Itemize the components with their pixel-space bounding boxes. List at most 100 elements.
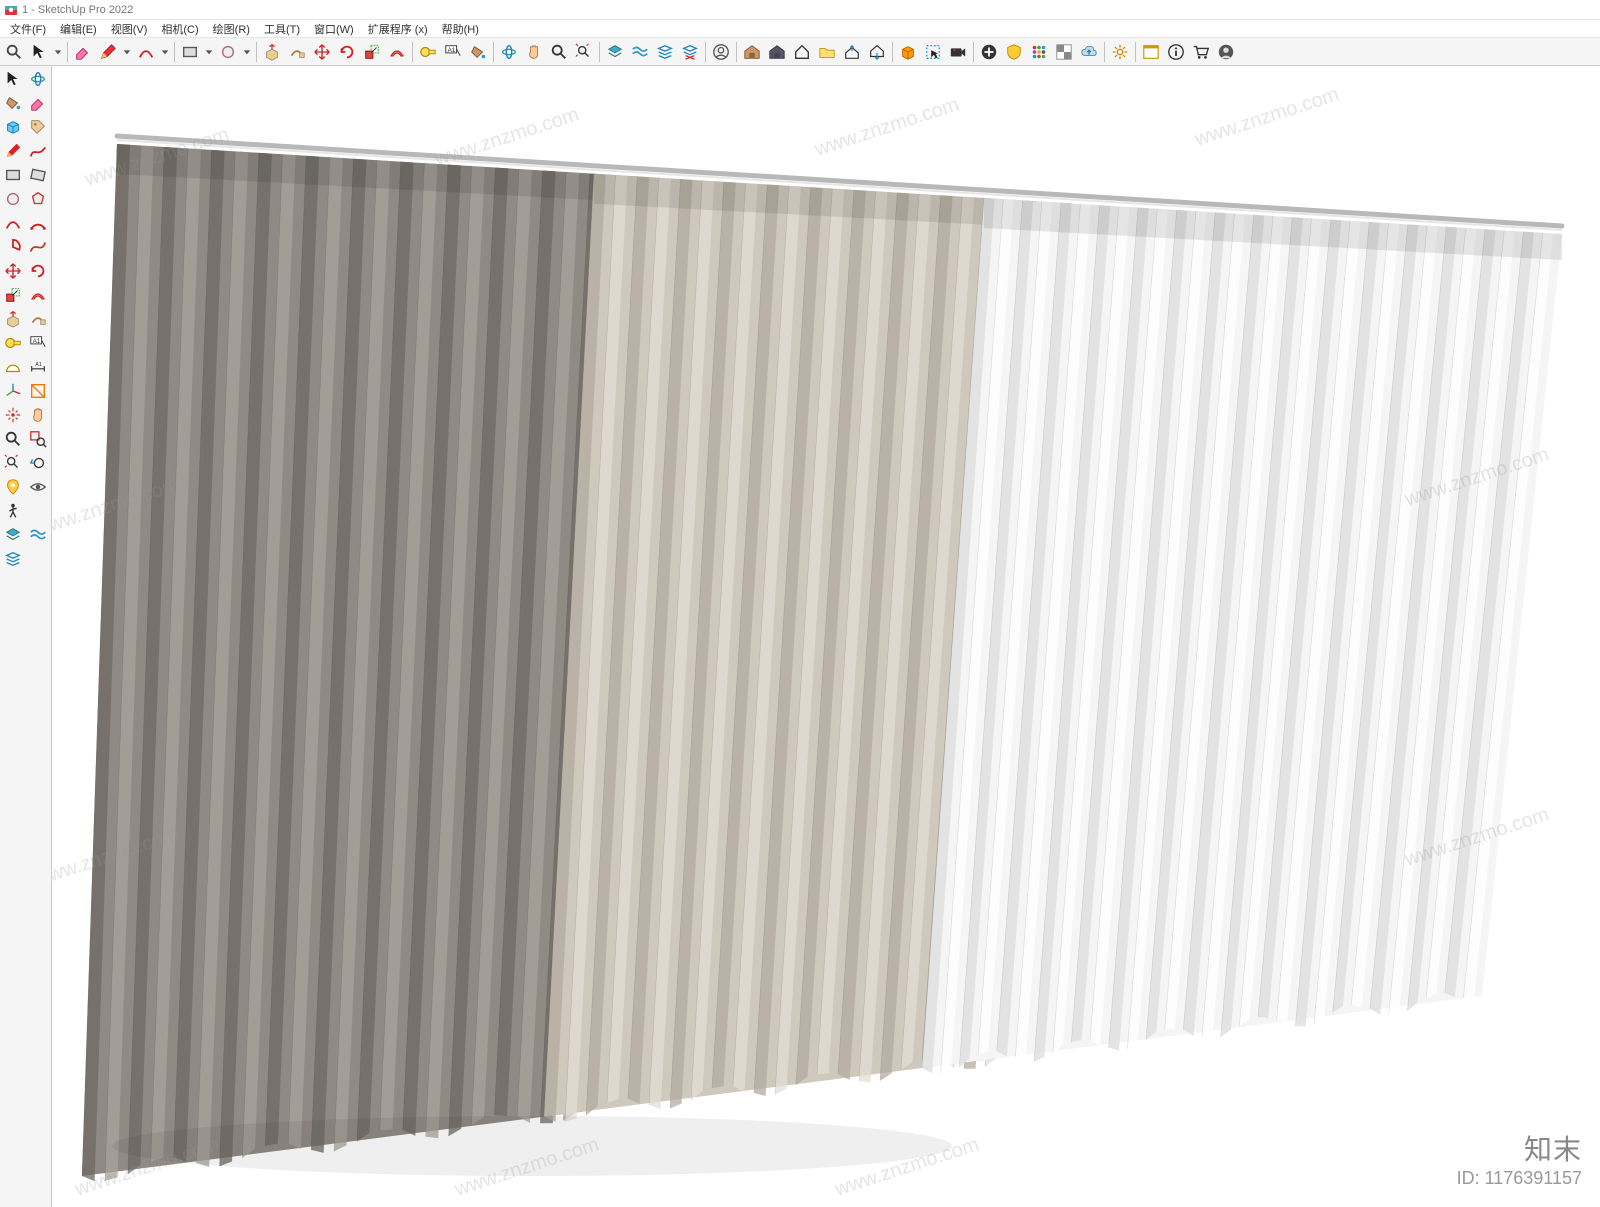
followme-tool-button[interactable]	[285, 40, 309, 64]
house-down-button[interactable]	[865, 40, 889, 64]
menu-extensions[interactable]: 扩展程序 (x)	[362, 21, 434, 37]
eraser-tool-button[interactable]	[27, 92, 51, 114]
spline-tool-button[interactable]	[27, 236, 51, 258]
select-window-button[interactable]	[921, 40, 945, 64]
grid-dots-button[interactable]	[1027, 40, 1051, 64]
followme-tool-button[interactable]	[27, 308, 51, 330]
menu-tools[interactable]: 工具(T)	[258, 21, 306, 37]
undo-view-button[interactable]	[27, 452, 51, 474]
layers-crossed-button[interactable]	[678, 40, 702, 64]
pushpull-tool-button[interactable]	[260, 40, 284, 64]
user-account-button[interactable]	[709, 40, 733, 64]
camera-button[interactable]	[946, 40, 970, 64]
component-cube-button[interactable]	[1, 116, 25, 138]
circle-dropdown-button[interactable]	[241, 40, 253, 64]
text-label-button[interactable]	[27, 332, 51, 354]
zoom-extents-button[interactable]	[572, 40, 596, 64]
settings-gear-button[interactable]	[1108, 40, 1132, 64]
circle-tool-button[interactable]	[1, 188, 25, 210]
toolbar-separator	[174, 42, 175, 62]
look-around-button[interactable]	[27, 476, 51, 498]
checker-button[interactable]	[1052, 40, 1076, 64]
arc2point-tool-button[interactable]	[27, 212, 51, 234]
arc-dropdown-button[interactable]	[159, 40, 171, 64]
move-tool-button[interactable]	[1, 260, 25, 282]
freehand-tool-button[interactable]	[27, 140, 51, 162]
window-app-button[interactable]	[1139, 40, 1163, 64]
rotate-tool-button[interactable]	[335, 40, 359, 64]
layers-button[interactable]	[603, 40, 627, 64]
arc-tool-button[interactable]	[1, 212, 25, 234]
rotated-rectangle-button[interactable]	[27, 164, 51, 186]
move-tool-button[interactable]	[310, 40, 334, 64]
orbit-tool-button[interactable]	[27, 68, 51, 90]
model-viewport[interactable]: www.znzmo.com www.znzmo.com www.znzmo.co…	[52, 66, 1600, 1207]
walk-tool-button[interactable]	[1, 500, 25, 522]
select-tool-button[interactable]	[27, 40, 51, 64]
rectangle-dropdown-button[interactable]	[203, 40, 215, 64]
menu-help[interactable]: 帮助(H)	[436, 21, 485, 37]
add-plus-button[interactable]	[977, 40, 1001, 64]
menu-camera[interactable]: 相机(C)	[155, 21, 204, 37]
layers-stack-button[interactable]	[1, 548, 25, 570]
warehouse-dark-button[interactable]	[765, 40, 789, 64]
polygon-tool-button[interactable]	[27, 188, 51, 210]
pan-tool-button[interactable]	[522, 40, 546, 64]
box-orange-button[interactable]	[896, 40, 920, 64]
menu-file[interactable]: 文件(F)	[4, 21, 52, 37]
shield-button[interactable]	[1002, 40, 1026, 64]
warehouse-brown-button[interactable]	[740, 40, 764, 64]
house-up-button[interactable]	[840, 40, 864, 64]
zoom-window-button[interactable]	[27, 428, 51, 450]
rotate-tool-button[interactable]	[27, 260, 51, 282]
paint-bucket-button[interactable]	[466, 40, 490, 64]
protractor-button[interactable]	[1, 356, 25, 378]
scale-tool-button[interactable]	[1, 284, 25, 306]
select-dropdown-button[interactable]	[52, 40, 64, 64]
menu-view[interactable]: 视图(V)	[105, 21, 154, 37]
menu-edit[interactable]: 编辑(E)	[54, 21, 103, 37]
cloud-upload-button[interactable]	[1077, 40, 1101, 64]
rectangle-tool-button[interactable]	[1, 164, 25, 186]
menu-draw[interactable]: 绘图(R)	[207, 21, 256, 37]
zoom-extents-button[interactable]	[1, 452, 25, 474]
eraser-tool-button[interactable]	[71, 40, 95, 64]
line-tool-button[interactable]	[1, 140, 25, 162]
search-button[interactable]	[2, 40, 26, 64]
scale-tool-button[interactable]	[360, 40, 384, 64]
zoom-tool-button[interactable]	[1, 428, 25, 450]
pie-tool-button[interactable]	[1, 236, 25, 258]
text-label-button[interactable]	[441, 40, 465, 64]
dimension-button[interactable]	[27, 356, 51, 378]
section-plane-button[interactable]	[27, 380, 51, 402]
zoom-tool-button[interactable]	[547, 40, 571, 64]
layers-stack-button[interactable]	[653, 40, 677, 64]
layers-waves-button[interactable]	[628, 40, 652, 64]
layers-waves-button[interactable]	[27, 524, 51, 546]
offset-tool-button[interactable]	[27, 284, 51, 306]
axes-tool-button[interactable]	[1, 380, 25, 402]
pencil-dropdown-button[interactable]	[121, 40, 133, 64]
pushpull-tool-button[interactable]	[1, 308, 25, 330]
explode-button[interactable]	[1, 404, 25, 426]
pan-tool-button[interactable]	[27, 404, 51, 426]
tag-button[interactable]	[27, 116, 51, 138]
profile-button[interactable]	[1214, 40, 1238, 64]
folder-open-button[interactable]	[815, 40, 839, 64]
location-button[interactable]	[1, 476, 25, 498]
rectangle-tool-button[interactable]	[178, 40, 202, 64]
pencil-tool-button[interactable]	[96, 40, 120, 64]
paint-bucket-button[interactable]	[1, 92, 25, 114]
layers-button[interactable]	[1, 524, 25, 546]
house-button[interactable]	[790, 40, 814, 64]
info-button[interactable]	[1164, 40, 1188, 64]
orbit-tool-button[interactable]	[497, 40, 521, 64]
offset-tool-button[interactable]	[385, 40, 409, 64]
menu-window[interactable]: 窗口(W)	[308, 21, 360, 37]
cart-button[interactable]	[1189, 40, 1213, 64]
tape-measure-button[interactable]	[416, 40, 440, 64]
tape-measure-button[interactable]	[1, 332, 25, 354]
circle-tool-button[interactable]	[216, 40, 240, 64]
arc-tool-button[interactable]	[134, 40, 158, 64]
select-tool-button[interactable]	[1, 68, 25, 90]
